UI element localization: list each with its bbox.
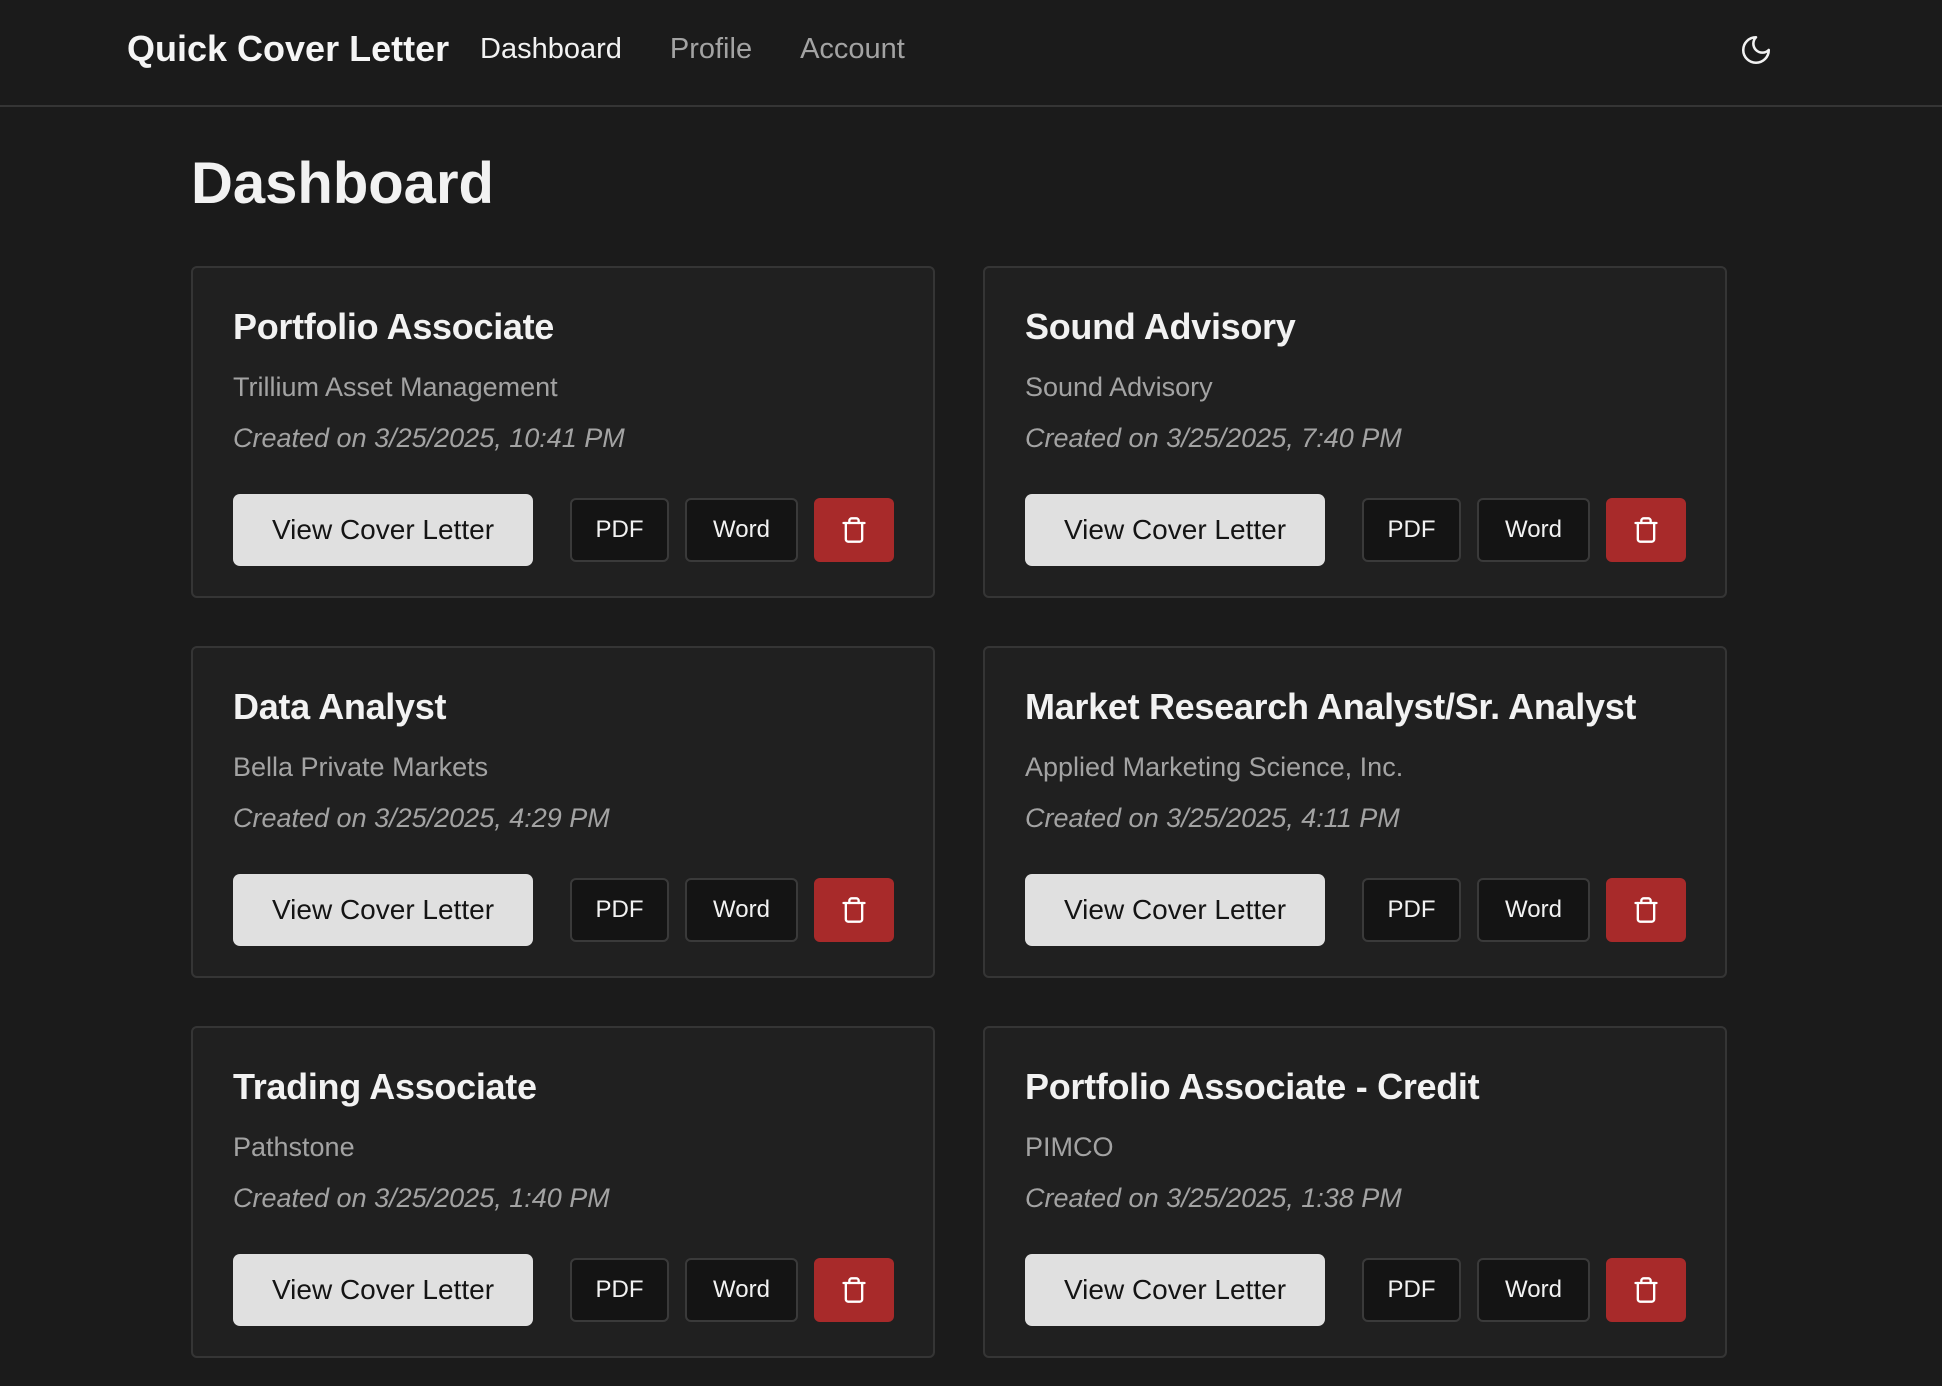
view-cover-letter-button[interactable]: View Cover Letter: [233, 1254, 533, 1326]
card-actions: View Cover Letter PDF Word: [1025, 494, 1686, 566]
brand-logo-text[interactable]: Quick Cover Letter: [127, 28, 449, 70]
download-word-button[interactable]: Word: [685, 1258, 798, 1322]
view-cover-letter-button[interactable]: View Cover Letter: [1025, 874, 1325, 946]
card-job-title: Portfolio Associate - Credit: [1025, 1066, 1480, 1107]
view-cover-letter-button[interactable]: View Cover Letter: [233, 874, 533, 946]
card-created-date: Created on 3/25/2025, 7:40 PM: [1025, 423, 1402, 453]
download-pdf-button[interactable]: PDF: [570, 878, 669, 942]
card-created-date: Created on 3/25/2025, 4:29 PM: [233, 803, 610, 833]
nav-link-account[interactable]: Account: [800, 33, 905, 66]
card-job-title: Data Analyst: [233, 686, 447, 727]
card-created-date: Created on 3/25/2025, 4:11 PM: [1025, 803, 1400, 833]
trash-icon: [842, 517, 866, 543]
delete-button[interactable]: [814, 878, 894, 942]
top-navbar: Quick Cover Letter Dashboard Profile Acc…: [0, 0, 1942, 107]
cover-letter-grid: Portfolio Associate Trillium Asset Manag…: [191, 266, 1727, 1358]
card-job-title: Trading Associate: [233, 1066, 537, 1107]
download-pdf-button[interactable]: PDF: [1362, 498, 1461, 562]
download-pdf-button[interactable]: PDF: [1362, 1258, 1461, 1322]
card-actions: View Cover Letter PDF Word: [1025, 1254, 1686, 1326]
download-word-button[interactable]: Word: [685, 498, 798, 562]
cover-letter-card: Sound Advisory Sound Advisory Created on…: [983, 266, 1727, 598]
card-actions: View Cover Letter PDF Word: [1025, 874, 1686, 946]
card-actions: View Cover Letter PDF Word: [233, 874, 894, 946]
card-company: Bella Private Markets: [233, 752, 489, 782]
download-word-button[interactable]: Word: [1477, 878, 1590, 942]
card-company: Trillium Asset Management: [233, 372, 558, 402]
nav-link-dashboard[interactable]: Dashboard: [480, 33, 622, 66]
view-cover-letter-button[interactable]: View Cover Letter: [233, 494, 533, 566]
delete-button[interactable]: [1606, 878, 1686, 942]
moon-icon: [1741, 35, 1771, 65]
delete-button[interactable]: [814, 1258, 894, 1322]
card-company: Applied Marketing Science, Inc.: [1025, 752, 1404, 782]
trash-icon: [1634, 517, 1658, 543]
download-pdf-button[interactable]: PDF: [1362, 878, 1461, 942]
cover-letter-card: Market Research Analyst/Sr. Analyst Appl…: [983, 646, 1727, 978]
card-created-date: Created on 3/25/2025, 10:41 PM: [233, 423, 625, 453]
trash-icon: [1634, 1277, 1658, 1303]
download-pdf-button[interactable]: PDF: [570, 498, 669, 562]
download-word-button[interactable]: Word: [1477, 498, 1590, 562]
delete-button[interactable]: [1606, 498, 1686, 562]
download-pdf-button[interactable]: PDF: [570, 1258, 669, 1322]
cover-letter-card: Portfolio Associate - Credit PIMCO Creat…: [983, 1026, 1727, 1358]
card-job-title: Market Research Analyst/Sr. Analyst: [1025, 686, 1637, 727]
trash-icon: [842, 1277, 866, 1303]
view-cover-letter-button[interactable]: View Cover Letter: [1025, 494, 1325, 566]
card-created-date: Created on 3/25/2025, 1:38 PM: [1025, 1183, 1402, 1213]
main-nav: Dashboard Profile Account: [480, 33, 953, 66]
page-title: Dashboard: [191, 151, 494, 216]
card-company: PIMCO: [1025, 1132, 1114, 1162]
nav-link-profile[interactable]: Profile: [670, 33, 752, 66]
cover-letter-card: Data Analyst Bella Private Markets Creat…: [191, 646, 935, 978]
card-company: Sound Advisory: [1025, 372, 1213, 402]
card-company: Pathstone: [233, 1132, 355, 1162]
download-word-button[interactable]: Word: [685, 878, 798, 942]
card-job-title: Portfolio Associate: [233, 306, 555, 347]
delete-button[interactable]: [1606, 1258, 1686, 1322]
cover-letter-card: Trading Associate Pathstone Created on 3…: [191, 1026, 935, 1358]
trash-icon: [1634, 897, 1658, 923]
view-cover-letter-button[interactable]: View Cover Letter: [1025, 1254, 1325, 1326]
delete-button[interactable]: [814, 498, 894, 562]
card-created-date: Created on 3/25/2025, 1:40 PM: [233, 1183, 610, 1213]
trash-icon: [842, 897, 866, 923]
cover-letter-card: Portfolio Associate Trillium Asset Manag…: [191, 266, 935, 598]
theme-toggle-button[interactable]: [1738, 32, 1774, 68]
card-job-title: Sound Advisory: [1025, 306, 1296, 347]
card-actions: View Cover Letter PDF Word: [233, 494, 894, 566]
download-word-button[interactable]: Word: [1477, 1258, 1590, 1322]
card-actions: View Cover Letter PDF Word: [233, 1254, 894, 1326]
